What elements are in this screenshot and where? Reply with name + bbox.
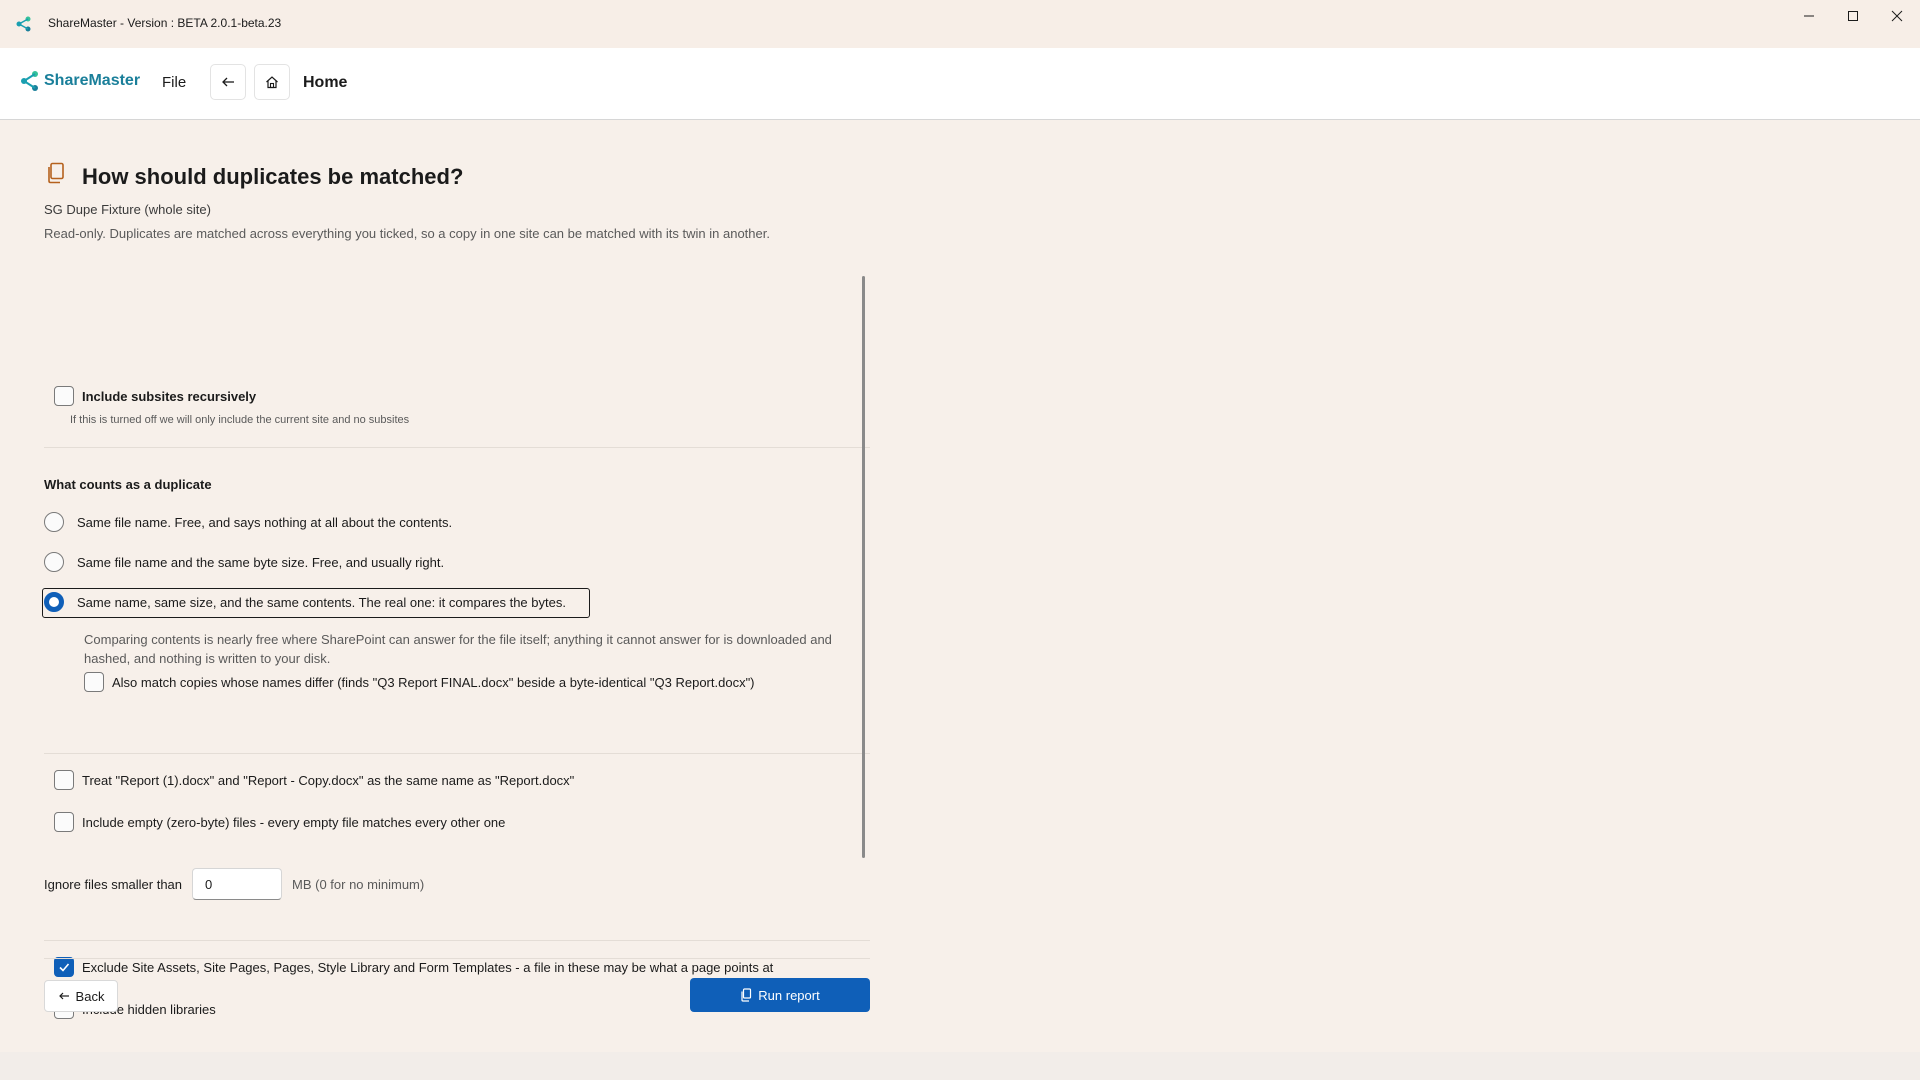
minimize-button[interactable]: [1786, 0, 1832, 32]
subsites-label: Include subsites recursively: [82, 388, 257, 404]
run-report-button[interactable]: Run report: [690, 978, 870, 1012]
empty-files-row[interactable]: Include empty (zero-byte) files - every …: [44, 812, 505, 832]
breadcrumb-home: Home: [303, 74, 348, 91]
file-menu[interactable]: File: [162, 74, 186, 91]
min-size-label: Ignore files smaller than: [44, 876, 183, 892]
exclude-libs-row[interactable]: Exclude Site Assets, Site Pages, Pages, …: [44, 957, 773, 977]
duplicate-section-heading: What counts as a duplicate: [44, 477, 212, 492]
radio-label: Same file name. Free, and says nothing a…: [77, 514, 453, 530]
footer-divider: [44, 958, 870, 959]
top-nav: ShareMaster File Home: [0, 48, 1920, 120]
divider: [44, 940, 870, 941]
home-nav-button[interactable]: [254, 64, 290, 100]
treat-copies-checkbox[interactable]: [54, 770, 74, 790]
min-size-unit: MB (0 for no minimum): [292, 876, 425, 892]
match-option-name-size[interactable]: Same file name and the same byte size. F…: [44, 552, 444, 572]
document-icon: [48, 162, 64, 184]
empty-files-checkbox[interactable]: [54, 812, 74, 832]
subsites-row[interactable]: Include subsites recursively: [44, 386, 256, 406]
minimize-icon: [1804, 15, 1814, 17]
subsites-checkbox[interactable]: [54, 386, 74, 406]
logo[interactable]: ShareMaster: [20, 70, 140, 92]
min-size-input[interactable]: [192, 868, 283, 900]
radio-name-only[interactable]: [44, 512, 64, 532]
names-differ-row[interactable]: Also match copies whose names differ (fi…: [84, 672, 755, 692]
radio-label: Same file name and the same byte size. F…: [77, 554, 445, 570]
checkmark-icon: [59, 963, 70, 972]
document-icon: [741, 988, 752, 1002]
options-panel: Include subsites recursively If this is …: [42, 274, 870, 1064]
app-icon: [16, 16, 31, 32]
logo-icon: [21, 71, 38, 91]
title-bar: ShareMaster - Version : BETA 2.0.1-beta.…: [0, 0, 1920, 48]
divider: [44, 753, 870, 754]
subsites-hint: If this is turned off we will only inclu…: [70, 414, 410, 426]
run-report-label: Run report: [758, 987, 820, 1003]
treat-copies-label: Treat "Report (1).docx" and "Report - Co…: [82, 772, 575, 788]
logo-text: ShareMaster: [44, 72, 141, 89]
status-footer: [0, 1052, 1920, 1080]
close-button[interactable]: [1874, 0, 1920, 32]
back-nav-button[interactable]: [210, 64, 246, 100]
back-button-label: Back: [75, 988, 105, 1004]
arrow-left-icon: [222, 77, 234, 87]
maximize-icon: [1848, 11, 1858, 21]
match-option-contents[interactable]: Same name, same size, and the same conte…: [42, 588, 590, 618]
page-subtitle: SG Dupe Fixture (whole site): [44, 202, 211, 217]
scrollbar[interactable]: [862, 276, 865, 858]
close-icon: [1891, 10, 1903, 22]
min-size-row: Ignore files smaller than MB (0 for no m…: [44, 868, 424, 900]
treat-copies-row[interactable]: Treat "Report (1).docx" and "Report - Co…: [44, 770, 574, 790]
names-differ-checkbox[interactable]: [84, 672, 104, 692]
names-differ-label: Also match copies whose names differ (fi…: [112, 674, 755, 690]
exclude-libs-label: Exclude Site Assets, Site Pages, Pages, …: [82, 959, 774, 975]
home-icon: [266, 76, 278, 89]
page-description: Read-only. Duplicates are matched across…: [44, 226, 770, 241]
back-button[interactable]: Back: [44, 980, 118, 1012]
empty-files-label: Include empty (zero-byte) files - every …: [82, 814, 506, 830]
radio-name-size[interactable]: [44, 552, 64, 572]
maximize-button[interactable]: [1830, 0, 1876, 32]
window-title: ShareMaster - Version : BETA 2.0.1-beta.…: [48, 16, 282, 30]
divider: [44, 447, 870, 448]
exclude-libs-checkbox[interactable]: [54, 957, 74, 977]
arrow-left-icon: [58, 992, 69, 1000]
contents-note: Comparing contents is nearly free where …: [84, 632, 832, 666]
focus-ring: [42, 588, 590, 618]
match-option-name[interactable]: Same file name. Free, and says nothing a…: [44, 512, 452, 532]
page-title: How should duplicates be matched?: [82, 164, 464, 189]
